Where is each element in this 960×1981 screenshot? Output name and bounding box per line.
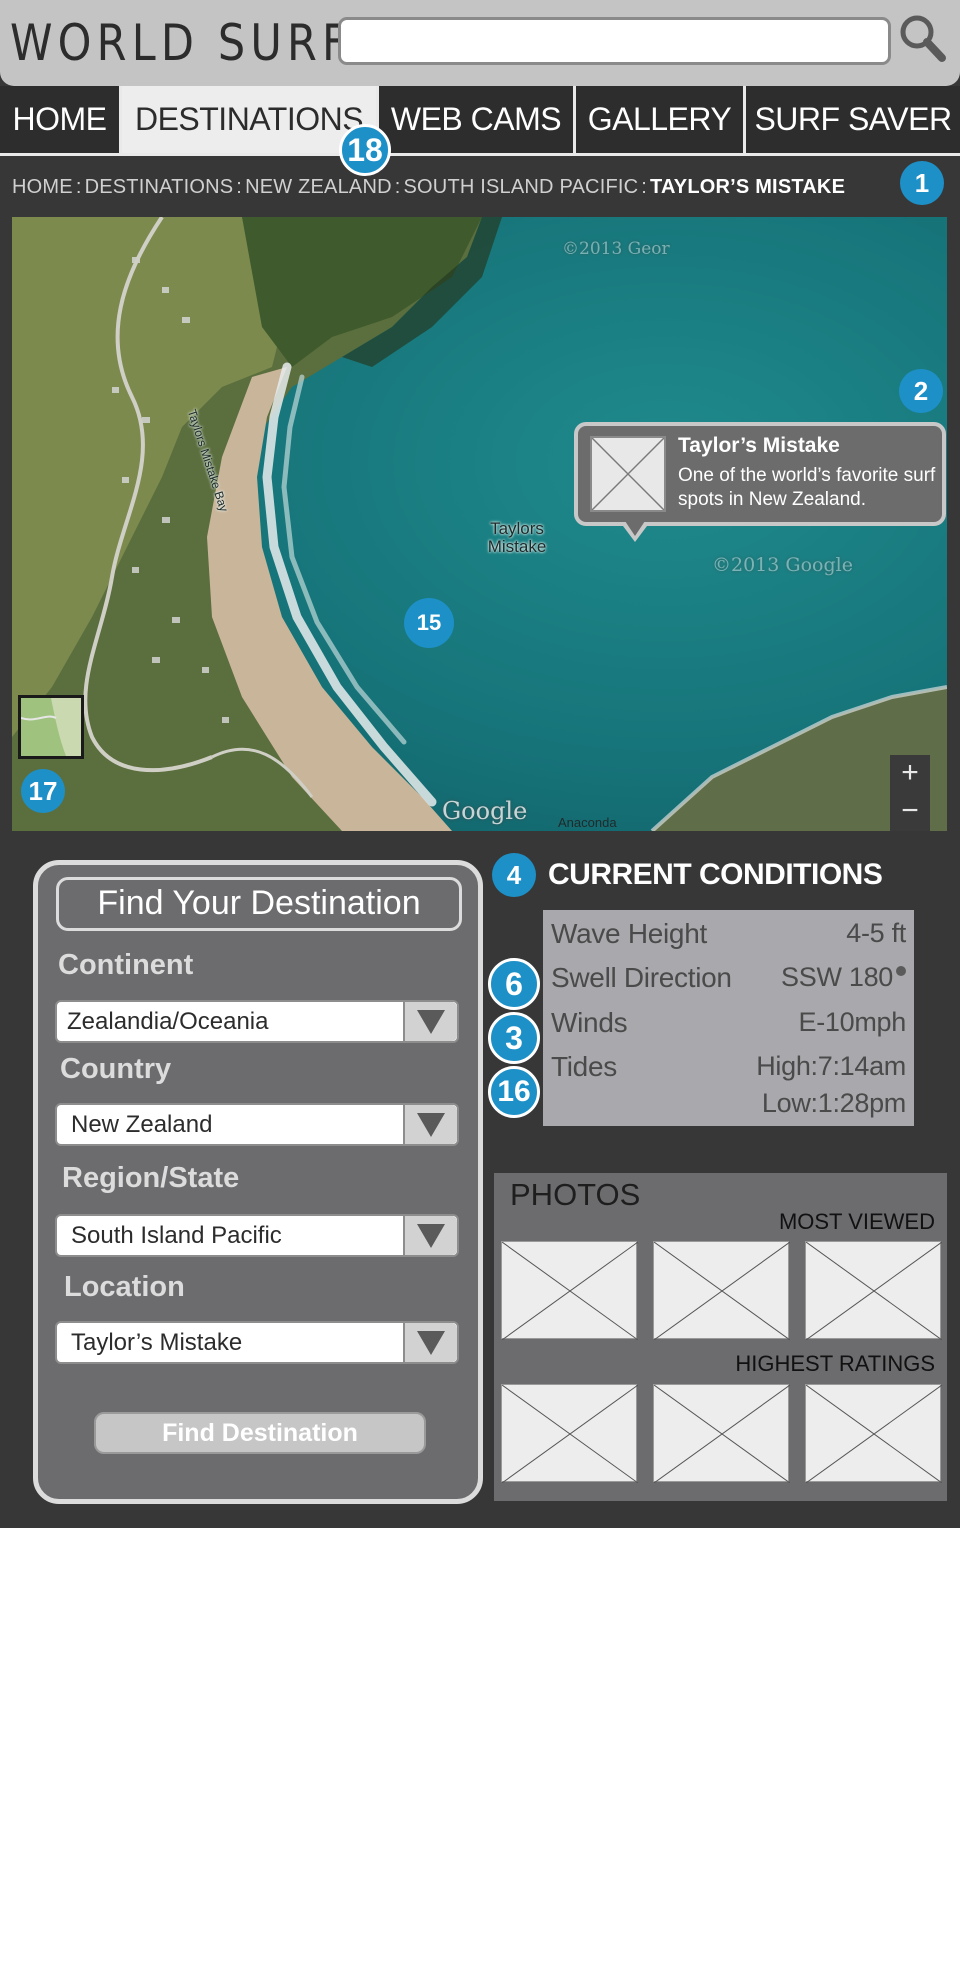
conditions-table: Wave Height 4-5 ft Swell Direction SSW 1… [543,910,914,1126]
terrain-thumbnail-icon [21,698,81,756]
zoom-out-button[interactable]: − [890,793,930,831]
popup-pointer-inner [625,521,645,536]
breadcrumb-current: TAYLOR’S MISTAKE [650,176,846,198]
chevron-down-icon[interactable] [403,1002,457,1041]
most-viewed-photo[interactable] [805,1241,942,1340]
location-select[interactable]: Taylor’s Mistake [55,1321,459,1364]
chevron-down-icon[interactable] [403,1323,457,1362]
country-label: Country [60,1053,172,1085]
callout-badge-4: 4 [492,853,536,897]
highest-ratings-label: HIGHEST RATINGS [735,1351,935,1376]
photos-title: PHOTOS [510,1177,641,1212]
most-viewed-label: MOST VIEWED [778,1209,935,1234]
country-select-value: New Zealand [71,1111,213,1138]
nav-tab-home[interactable]: HOME [0,86,119,153]
breadcrumb-destinations[interactable]: DESTINATIONS [85,176,234,198]
breadcrumb: HOME: DESTINATIONS: NEW ZEALAND: SOUTH ISLA… [12,176,845,199]
callout-badge-3: 3 [488,1012,540,1064]
map-street-label: Anaconda [558,815,617,830]
find-destination-title: Find Your Destination [56,877,462,931]
highest-rated-photo[interactable] [653,1384,790,1483]
tides-label: Tides [551,1051,617,1082]
breadcrumb-separator: : [75,176,82,198]
tides-low-value: Low:1:28pm [761,1088,906,1118]
main-nav: HOME DESTINATIONS WEB CAMS GALLERY SURF … [0,86,960,156]
callout-badge-16: 16 [488,1066,540,1118]
breadcrumb-new-zealand[interactable]: NEW ZEALAND [245,176,392,198]
find-destination-button[interactable]: Find Destination [94,1412,426,1454]
highest-rated-photo[interactable] [501,1384,638,1483]
callout-badge-17: 17 [21,769,65,813]
map-info-popup[interactable]: Taylor’s Mistake One of the world’s favo… [574,422,946,526]
location-select-value: Taylor’s Mistake [71,1329,243,1356]
nav-tab-gallery[interactable]: GALLERY [576,86,743,153]
image-placeholder-icon [591,437,665,511]
current-conditions-title: CURRENT CONDITIONS [548,858,883,891]
callout-badge-2: 2 [899,369,943,413]
chevron-down-icon[interactable] [403,1105,457,1144]
magnifier-icon [900,15,946,62]
nav-tab-web-cams[interactable]: WEB CAMS [379,86,573,153]
wave-height-label: Wave Height [551,918,707,949]
popup-image-placeholder [590,436,666,512]
site-logo[interactable]: WORLD SURF [10,14,352,72]
region-label: Region/State [62,1162,240,1194]
chevron-down-icon[interactable] [403,1216,457,1255]
highest-rated-photo[interactable] [805,1384,942,1483]
swell-direction-text: SSW 180 [781,962,893,992]
nav-tab-destinations[interactable]: DESTINATIONS [122,86,376,153]
popup-description: One of the world’s favorite surf spots i… [678,465,936,510]
breadcrumb-separator: : [641,176,648,198]
nav-tab-surf-saver[interactable]: SURF SAVER [746,86,960,153]
breadcrumb-separator: : [394,176,401,198]
image-placeholder-icon [654,1242,790,1340]
continent-select-value: Zealandia/Oceania [67,1008,269,1035]
map-type-toggle[interactable] [18,695,84,759]
find-destination-panel: Find Your Destination Continent Zealandi… [33,860,483,1504]
winds-label: Winds [551,1007,628,1038]
continent-label: Continent [58,949,194,981]
satellite-map[interactable]: Taylors Mistake Bay Taylors Mistake ©201… [12,217,947,831]
swell-direction-label: Swell Direction [551,962,732,993]
search-button[interactable] [896,12,950,66]
continent-select[interactable]: Zealandia/Oceania [55,1000,459,1043]
callout-badge-15: 15 [404,598,454,648]
google-logo: Google [442,797,528,825]
site-header: WORLD SURF [0,0,960,86]
tides-high-value: High:7:14am [756,1051,906,1081]
callout-badge-1: 1 [900,161,944,205]
photos-panel: PHOTOS MOST VIEWED HIGHEST RATINGS [494,1173,947,1501]
breadcrumb-separator: : [236,176,243,198]
map-place-label: Taylors Mistake [487,519,547,556]
search-input[interactable] [338,17,891,65]
image-placeholder-icon [502,1242,638,1340]
location-label: Location [64,1271,185,1303]
region-select[interactable]: South Island Pacific [55,1214,459,1257]
winds-value: E-10mph [798,1007,907,1037]
region-select-value: South Island Pacific [71,1222,282,1249]
app-frame: WORLD SURF HOME DESTINATIONS WEB CAMS GA… [0,0,960,1528]
country-select[interactable]: New Zealand [55,1103,459,1146]
image-placeholder-icon [806,1385,942,1483]
breadcrumb-south-island-pacific[interactable]: SOUTH ISLAND PACIFIC [404,176,639,198]
swell-direction-value: SSW 180 [781,962,906,993]
callout-badge-6: 6 [488,958,540,1010]
degree-icon [896,966,906,976]
image-placeholder-icon [654,1385,790,1483]
breadcrumb-home[interactable]: HOME [12,176,73,198]
image-placeholder-icon [806,1242,942,1340]
map-copyright-top: ©2013 Geor [562,239,670,259]
map-copyright-right: ©2013 Google [712,554,853,576]
image-placeholder-icon [502,1385,638,1483]
callout-badge-18: 18 [339,124,391,176]
zoom-in-button[interactable]: + [890,755,930,793]
most-viewed-photo[interactable] [501,1241,638,1340]
wave-height-value: 4-5 ft [846,918,906,948]
popup-title: Taylor’s Mistake [678,434,840,457]
most-viewed-photo[interactable] [653,1241,790,1340]
